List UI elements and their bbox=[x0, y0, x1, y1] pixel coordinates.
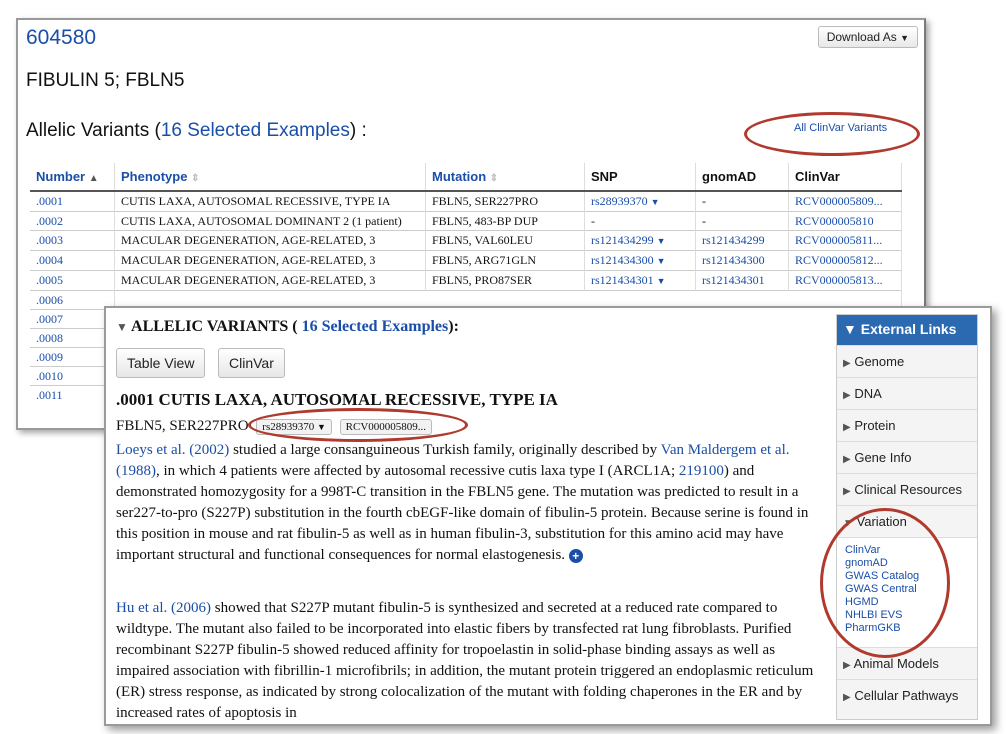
sidebar-item-cellular-pathways[interactable]: ▶ Cellular Pathways bbox=[837, 679, 977, 711]
clinvar-link[interactable]: RCV000005809... bbox=[788, 190, 902, 212]
variant-number-link[interactable]: .0008 bbox=[30, 328, 115, 348]
sort-icon: ⇕ bbox=[489, 173, 499, 184]
triangle-right-icon: ▶ bbox=[843, 390, 851, 401]
triangle-right-icon: ▶ bbox=[843, 692, 851, 703]
caret-down-icon: ▼ bbox=[656, 256, 666, 266]
triangle-right-icon: ▶ bbox=[843, 660, 851, 671]
citation-link[interactable]: Hu et al. (2006) bbox=[116, 600, 211, 616]
mutation-cell: FBLN5, VAL60LEU bbox=[425, 230, 585, 251]
variant-number-link[interactable]: .0005 bbox=[30, 270, 115, 291]
triangle-down-icon: ▼ bbox=[116, 320, 128, 334]
expand-plus-icon[interactable]: + bbox=[568, 548, 583, 563]
sort-asc-icon: ▲ bbox=[88, 173, 99, 184]
caret-down-icon: ▼ bbox=[650, 197, 660, 207]
triangle-right-icon: ▶ bbox=[843, 486, 851, 497]
variant-number-link[interactable]: .0009 bbox=[30, 347, 115, 367]
sidebar-item-genome[interactable]: ▶ Genome bbox=[837, 345, 977, 377]
sidebar-item-gene-info[interactable]: ▶ Gene Info bbox=[837, 441, 977, 473]
variant-number-link[interactable]: .0004 bbox=[30, 250, 115, 271]
phenotype-cell: CUTIS LAXA, AUTOSOMAL DOMINANT 2 (1 pati… bbox=[114, 211, 426, 231]
caret-down-icon: ▼ bbox=[900, 33, 909, 43]
phenotype-cell: MACULAR DEGENERATION, AGE-RELATED, 3 bbox=[114, 270, 426, 291]
table-view-button[interactable]: Table View bbox=[116, 348, 206, 378]
external-links-header[interactable]: ▼ External Links bbox=[837, 315, 977, 345]
highlight-ellipse-all-clinvar bbox=[744, 112, 920, 156]
variant-number-link[interactable]: .0010 bbox=[30, 366, 115, 386]
gnomad-link[interactable]: rs121434301 bbox=[695, 270, 789, 291]
snp-link[interactable]: rs121434301 ▼ bbox=[584, 270, 696, 291]
col-number[interactable]: Number ▲ bbox=[30, 163, 115, 192]
snp-link[interactable]: rs121434300 ▼ bbox=[584, 250, 696, 271]
gnomad-link[interactable]: rs121434299 bbox=[695, 230, 789, 251]
variant-number-link[interactable]: .0003 bbox=[30, 230, 115, 251]
col-snp: SNP bbox=[584, 163, 696, 192]
variant-number-link[interactable]: .0006 bbox=[30, 290, 115, 310]
clinvar-link[interactable]: RCV000005813... bbox=[788, 270, 902, 291]
variant-number-link[interactable]: .0002 bbox=[30, 211, 115, 231]
variant-entry-title: .0001 CUTIS LAXA, AUTOSOMAL RECESSIVE, T… bbox=[116, 390, 558, 409]
download-as-button[interactable]: Download As ▼ bbox=[817, 26, 918, 48]
gnomad-cell: - bbox=[695, 211, 789, 231]
description-paragraph-2: Hu et al. (2006) showed that S227P mutan… bbox=[116, 600, 814, 721]
gnomad-link[interactable]: rs121434300 bbox=[695, 250, 789, 271]
gene-title: FIBULIN 5; FBLN5 bbox=[26, 70, 185, 91]
mim-number-link[interactable]: 604580 bbox=[26, 26, 96, 50]
sidebar-item-clinical-resources[interactable]: ▶ Clinical Resources bbox=[837, 473, 977, 505]
description-paragraph-1: Loeys et al. (2002) studied a large cons… bbox=[116, 442, 809, 563]
download-label: Download As bbox=[826, 30, 897, 44]
col-mutation[interactable]: Mutation ⇕ bbox=[425, 163, 585, 192]
triangle-right-icon: ▶ bbox=[843, 358, 851, 369]
selected-examples-link[interactable]: 16 Selected Examples bbox=[161, 120, 350, 141]
variant-number-link[interactable]: .0011 bbox=[30, 385, 115, 404]
sort-icon: ⇕ bbox=[191, 173, 200, 184]
selected-examples-link[interactable]: 16 Selected Examples bbox=[302, 318, 449, 335]
snp-link[interactable]: rs28939370 ▼ bbox=[584, 190, 696, 212]
highlight-ellipse-variation-links bbox=[820, 508, 950, 658]
sidebar-item-dna[interactable]: ▶ DNA bbox=[837, 377, 977, 409]
clinvar-link[interactable]: RCV000005810 bbox=[788, 211, 902, 231]
variant-number-link[interactable]: .0007 bbox=[30, 309, 115, 329]
title-suffix: ) : bbox=[349, 120, 367, 141]
table-row: .0005 MACULAR DEGENERATION, AGE-RELATED,… bbox=[30, 270, 902, 291]
variant-number-link[interactable]: .0001 bbox=[30, 190, 115, 212]
table-row: .0002 CUTIS LAXA, AUTOSOMAL DOMINANT 2 (… bbox=[30, 211, 902, 231]
snp-link[interactable]: rs121434299 ▼ bbox=[584, 230, 696, 251]
table-row: .0003 MACULAR DEGENERATION, AGE-RELATED,… bbox=[30, 230, 902, 251]
col-gnomad: gnomAD bbox=[695, 163, 789, 192]
clinvar-button[interactable]: ClinVar bbox=[218, 348, 285, 378]
mutation-cell: FBLN5, SER227PRO bbox=[425, 190, 585, 212]
citation-link[interactable]: Loeys et al. (2002) bbox=[116, 442, 229, 458]
clinvar-link[interactable]: RCV000005811... bbox=[788, 230, 902, 251]
triangle-right-icon: ▶ bbox=[843, 422, 851, 433]
caret-down-icon: ▼ bbox=[656, 236, 666, 246]
phenotype-cell: MACULAR DEGENERATION, AGE-RELATED, 3 bbox=[114, 230, 426, 251]
col-phenotype[interactable]: Phenotype ⇕ bbox=[114, 163, 426, 192]
snp-cell: - bbox=[584, 211, 696, 231]
gnomad-cell: - bbox=[695, 190, 789, 212]
col-clinvar: ClinVar bbox=[788, 163, 902, 192]
omim-link[interactable]: 219100 bbox=[679, 463, 724, 479]
triangle-right-icon: ▶ bbox=[843, 454, 851, 465]
mutation-cell: FBLN5, ARG71GLN bbox=[425, 250, 585, 271]
allelic-variants-title: Allelic Variants (16 Selected Examples) … bbox=[26, 120, 367, 142]
caret-down-icon: ▼ bbox=[656, 276, 666, 286]
clinvar-link[interactable]: RCV000005812... bbox=[788, 250, 902, 271]
phenotype-cell: MACULAR DEGENERATION, AGE-RELATED, 3 bbox=[114, 250, 426, 271]
title-prefix: Allelic Variants ( bbox=[26, 120, 161, 141]
allelic-variants-header[interactable]: ▼ ALLELIC VARIANTS ( 16 Selected Example… bbox=[116, 318, 459, 336]
table-row: .0004 MACULAR DEGENERATION, AGE-RELATED,… bbox=[30, 250, 902, 271]
highlight-ellipse-snp-rcv bbox=[248, 408, 468, 442]
table-row: .0001 CUTIS LAXA, AUTOSOMAL RECESSIVE, T… bbox=[30, 190, 902, 212]
mutation-cell: FBLN5, 483-BP DUP bbox=[425, 211, 585, 231]
mutation-text: FBLN5, SER227PRO bbox=[116, 418, 249, 434]
phenotype-cell: CUTIS LAXA, AUTOSOMAL RECESSIVE, TYPE IA bbox=[114, 190, 426, 212]
mutation-cell: FBLN5, PRO87SER bbox=[425, 270, 585, 291]
sidebar-item-protein[interactable]: ▶ Protein bbox=[837, 409, 977, 441]
